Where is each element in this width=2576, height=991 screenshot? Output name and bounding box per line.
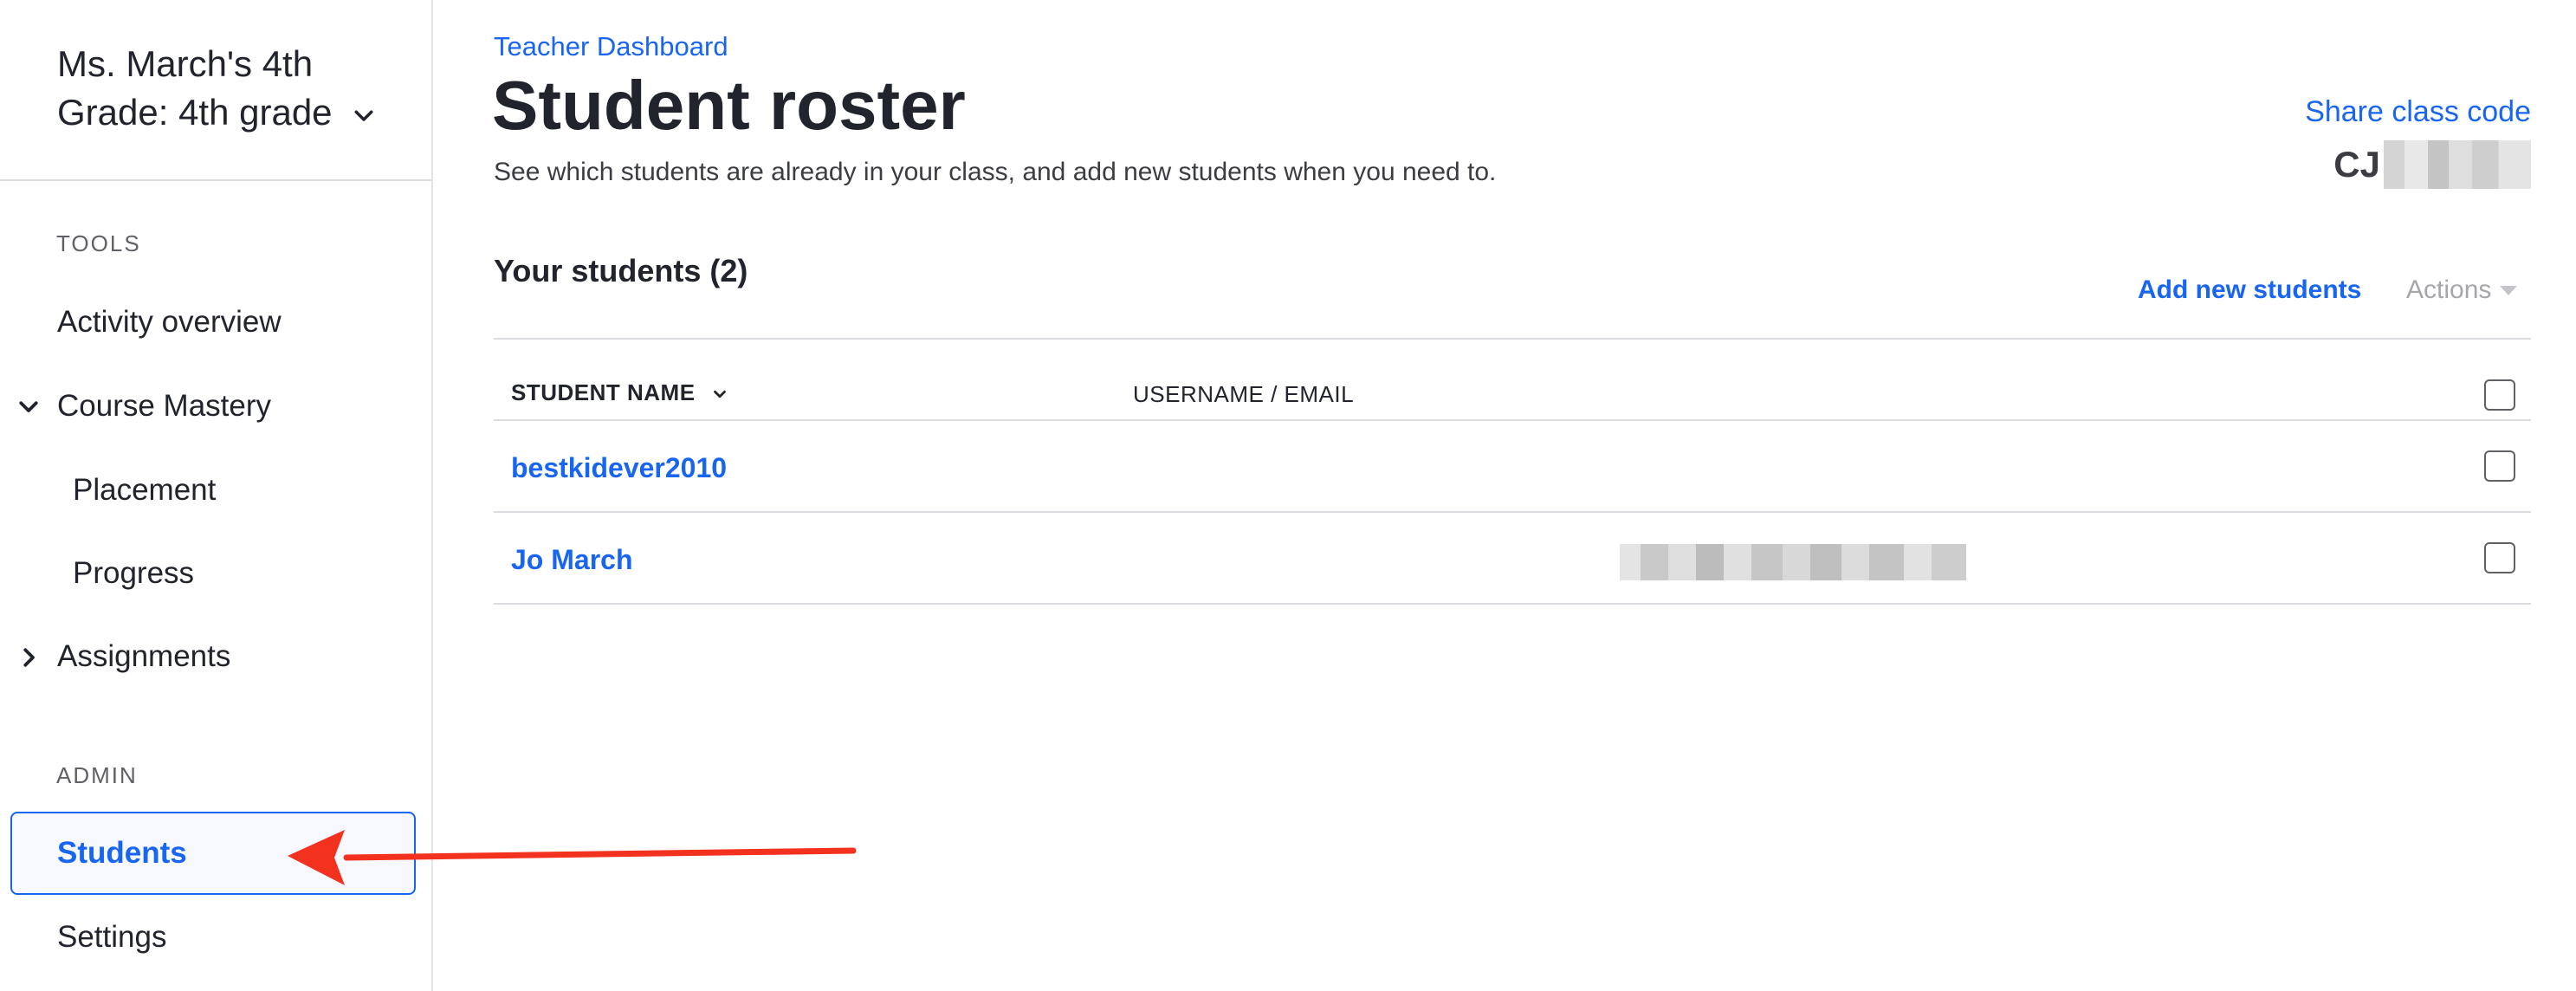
page-subtitle: See which students are already in your c… [494, 158, 1497, 186]
sidebar-item-activity-overview[interactable]: Activity overview [57, 303, 282, 341]
chevron-down-icon [354, 110, 373, 121]
breadcrumb[interactable]: Teacher Dashboard [494, 31, 728, 62]
sidebar-item-placement[interactable]: Placement [73, 471, 216, 509]
sidebar-item-assignments[interactable]: Assignments [57, 638, 230, 676]
caret-down-icon [2500, 285, 2518, 295]
sidebar-item-students[interactable]: Students [10, 812, 416, 895]
column-header-username-email: USERNAME / EMAIL [1133, 381, 1355, 407]
class-name: Ms. March's 4th Grade: 4th grade [57, 43, 333, 133]
student-name-link[interactable]: Jo March [511, 544, 632, 576]
main-content: Teacher Dashboard Student roster See whi… [433, 0, 2576, 991]
select-all-checkbox[interactable] [2484, 379, 2515, 411]
table-divider [494, 603, 2531, 605]
page-title: Student roster [492, 67, 966, 144]
actions-dropdown[interactable]: Actions [2406, 275, 2518, 305]
teacher-dashboard: Ms. March's 4th Grade: 4th grade TOOLS A… [0, 0, 2576, 991]
section-label-admin: ADMIN [56, 762, 138, 788]
row-checkbox[interactable] [2484, 450, 2515, 482]
chevron-down-icon [714, 391, 727, 398]
student-name-link[interactable]: bestkidever2010 [511, 452, 727, 484]
row-checkbox[interactable] [2484, 542, 2515, 573]
class-switcher[interactable]: Ms. March's 4th Grade: 4th grade [57, 40, 421, 137]
actions-label: Actions [2406, 275, 2492, 304]
class-code-text: CJ [2333, 144, 2380, 185]
table-divider [494, 338, 2531, 340]
sidebar-item-settings[interactable]: Settings [57, 918, 166, 956]
sidebar-divider [0, 179, 431, 181]
table-divider [494, 511, 2531, 513]
chevron-right-icon[interactable] [16, 644, 42, 670]
table-divider [494, 419, 2531, 421]
column-header-label: STUDENT NAME [511, 379, 696, 405]
students-heading: Your students (2) [494, 253, 748, 288]
sidebar-item-course-mastery[interactable]: Course Mastery [57, 387, 271, 425]
chevron-down-icon[interactable] [16, 393, 42, 419]
add-new-students-button[interactable]: Add new students [2138, 275, 2361, 305]
sidebar-item-label: Students [57, 836, 187, 870]
sidebar-item-progress[interactable]: Progress [73, 554, 194, 593]
column-header-student-name[interactable]: STUDENT NAME [511, 379, 729, 406]
student-email-redacted [1620, 544, 1966, 580]
class-code-redacted [2384, 140, 2531, 189]
sidebar: Ms. March's 4th Grade: 4th grade TOOLS A… [0, 0, 433, 991]
class-code: CJ [2333, 139, 2531, 191]
share-class-code-link[interactable]: Share class code [2305, 95, 2531, 129]
section-label-tools: TOOLS [56, 230, 141, 256]
